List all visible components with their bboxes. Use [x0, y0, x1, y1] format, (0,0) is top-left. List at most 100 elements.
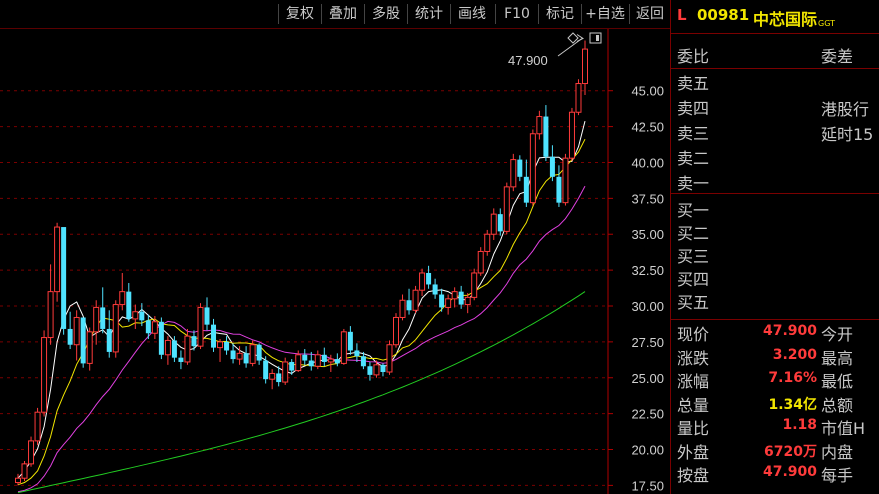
candlestick-chart[interactable]: 17.50 20.00 22.50 25.00 27.50 30.00 32.50 35.00… [0, 29, 670, 494]
candle-body [354, 350, 360, 357]
candle-body [184, 335, 191, 363]
y-tick-label: 45.00 [631, 84, 664, 99]
toolbar-button-0[interactable]: 复权 [280, 3, 320, 25]
toolbar-button-7[interactable]: +自选 [583, 3, 627, 25]
divider-line [671, 319, 879, 320]
diamond-marker-icon[interactable] [567, 32, 579, 44]
quote-value: 1.34亿 [768, 396, 817, 413]
candle-body [302, 354, 308, 361]
candle-body [269, 372, 276, 380]
quote-label: 涨幅 [677, 372, 710, 391]
stock-prefix: L [677, 6, 687, 24]
panel-toggle-icon[interactable] [589, 32, 602, 44]
sell-level-label: 卖三 [677, 124, 710, 143]
quote-label-secondary: 最高 [821, 348, 854, 368]
candle-body [347, 331, 353, 351]
stock-name[interactable]: 中芯国际 [753, 6, 817, 30]
quote-label: 现价 [677, 325, 710, 344]
candle-body [289, 361, 295, 371]
y-tick-label: 20.00 [631, 443, 664, 458]
candle-body [471, 272, 478, 298]
candle-body [217, 341, 224, 349]
candle-body [191, 336, 197, 347]
sell-level-label: 卖四 [677, 99, 710, 118]
candle-body [451, 291, 458, 300]
candle-body [73, 316, 80, 346]
quote-value: 47.900 [762, 464, 817, 480]
candle-body [21, 463, 28, 479]
toolbar-button-5[interactable]: F10 [497, 3, 537, 25]
candle-body [224, 341, 230, 351]
candle-body [204, 307, 210, 325]
candle-body [34, 411, 41, 442]
toolbar-button-4[interactable]: 画线 [452, 3, 492, 25]
y-tick-label: 35.00 [631, 227, 664, 242]
ggt-tag: GGT [818, 19, 835, 28]
quote-label-secondary: 每手 [821, 466, 854, 485]
candle-body [230, 350, 236, 360]
delay-notice-line2: 延时15 [821, 125, 874, 144]
candle-body [568, 111, 575, 159]
quote-value: 7.16% [768, 370, 817, 386]
sell-level-label: 卖一 [677, 174, 710, 193]
toolbar-button-6[interactable]: 标记 [540, 3, 580, 25]
quote-label: 量比 [677, 419, 710, 438]
quote-panel: L 00981 中芯国际 GGT 委比 委差 卖五 卖四 卖三 卖二 卖一 港股行 延时… [671, 0, 879, 494]
toolbar-separator [278, 4, 279, 24]
candle-body [243, 353, 249, 364]
candle-body [367, 366, 373, 375]
quote-label-secondary: 市值H [821, 419, 866, 438]
divider-line [671, 33, 879, 34]
quote-value: 47.900 [762, 323, 817, 339]
weibi-label: 委比 [677, 47, 710, 66]
y-tick-label: 40.00 [631, 155, 664, 170]
candle-body [517, 159, 523, 177]
candle-body [86, 331, 93, 364]
quote-label-secondary: 今开 [821, 325, 854, 344]
toolbar-separator [629, 4, 630, 24]
candle-body [523, 176, 529, 203]
candle-body [119, 291, 126, 306]
buy-level-label: 买三 [677, 247, 710, 266]
candle-body [543, 116, 549, 157]
candle-body [426, 272, 432, 285]
quote-label: 总量 [677, 395, 710, 415]
toolbar-button-8[interactable]: 返回 [631, 3, 669, 25]
toolbar-separator [407, 4, 408, 24]
toolbar-separator [321, 4, 322, 24]
candle-body [373, 364, 380, 376]
candle-body [549, 156, 555, 177]
toolbar-button-3[interactable]: 统计 [409, 3, 449, 25]
candle-body [503, 186, 510, 232]
candle-body [145, 320, 151, 334]
candle-body [439, 294, 445, 308]
candle-body [386, 344, 393, 373]
candle-body [458, 291, 464, 305]
toolbar-separator [581, 4, 582, 24]
candle-body [432, 284, 438, 295]
quote-label-secondary: 总额 [821, 395, 854, 415]
candle-body [575, 83, 582, 113]
candle-body [536, 116, 543, 135]
candle-body [47, 291, 54, 339]
candle-body [28, 440, 35, 465]
candle-body [139, 311, 145, 321]
toolbar-separator [538, 4, 539, 24]
candle-body [15, 477, 21, 484]
candle-body [93, 306, 100, 333]
quote-label: 外盘 [677, 442, 710, 462]
candle-body [263, 360, 269, 380]
candle-body [178, 357, 184, 362]
candle-body [295, 354, 302, 372]
candle-body [399, 299, 406, 318]
toolbar-separator [495, 4, 496, 24]
candle-body [419, 272, 426, 291]
candle-body [132, 311, 139, 320]
last-price-annotation: 47.900 [508, 53, 548, 68]
y-tick-label: 30.00 [631, 299, 664, 314]
candle-body [164, 339, 171, 356]
y-tick-label: 42.50 [631, 120, 664, 135]
candle-body [151, 321, 158, 334]
toolbar-button-2[interactable]: 多股 [366, 3, 406, 25]
toolbar-button-1[interactable]: 叠加 [323, 3, 363, 25]
